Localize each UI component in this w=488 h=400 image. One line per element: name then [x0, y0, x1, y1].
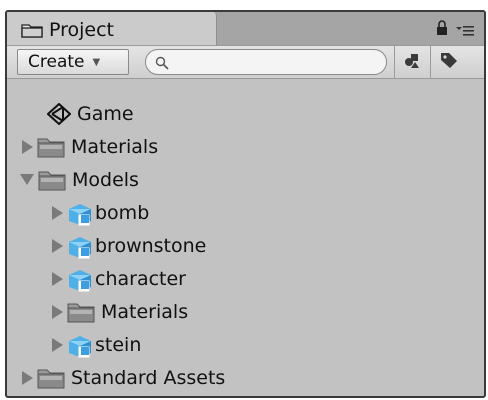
project-tree: Game Materials Models bomb brownstone ch…	[7, 82, 484, 396]
search-field[interactable]	[145, 49, 387, 75]
tab-bar: Project	[7, 12, 484, 47]
unity-scene-icon	[47, 102, 71, 125]
collapse-arrow-icon[interactable]	[20, 174, 34, 185]
expand-arrow-icon[interactable]	[52, 304, 63, 319]
dropdown-arrow-icon: ▼	[92, 56, 101, 68]
tree-item-label: character	[95, 267, 186, 290]
folder-icon	[37, 367, 65, 389]
search-input[interactable]	[174, 52, 378, 74]
filter-by-type-icon	[403, 52, 423, 72]
tree-item-stein[interactable]: stein	[52, 328, 141, 361]
tree-item-label: brownstone	[95, 234, 207, 257]
project-toolbar: Create ▼	[7, 45, 484, 79]
tree-item-game[interactable]: Game	[47, 97, 134, 130]
search-icon	[155, 55, 169, 70]
folder-icon	[67, 301, 95, 323]
tree-item-label: Game	[77, 102, 134, 125]
folder-icon	[21, 22, 43, 38]
tree-item-character[interactable]: character	[52, 262, 186, 295]
tab-label: Project	[49, 18, 115, 41]
search-by-label-button[interactable]	[430, 46, 466, 78]
expand-arrow-icon[interactable]	[52, 337, 63, 352]
model-prefab-icon	[67, 202, 93, 225]
folder-icon	[38, 169, 66, 191]
tree-item-models[interactable]: Models	[20, 163, 139, 196]
model-prefab-icon	[67, 268, 93, 291]
tree-item-standard-assets[interactable]: Standard Assets	[22, 361, 225, 394]
create-label: Create	[28, 52, 85, 72]
expand-arrow-icon[interactable]	[22, 370, 33, 385]
tag-icon	[439, 51, 459, 73]
model-prefab-icon	[67, 334, 93, 357]
tab-project[interactable]: Project	[7, 12, 217, 47]
tree-item-models-materials[interactable]: Materials	[52, 295, 188, 328]
tree-item-label: stein	[95, 333, 142, 356]
tree-item-label: bomb	[95, 201, 150, 224]
project-panel: Project Create ▼ Game Materials Models b…	[5, 10, 486, 398]
model-prefab-icon	[67, 235, 93, 258]
tree-item-label: Standard Assets	[71, 366, 226, 389]
expand-arrow-icon[interactable]	[22, 139, 33, 154]
folder-icon	[37, 136, 65, 158]
tree-item-brownstone[interactable]: brownstone	[52, 229, 206, 262]
expand-arrow-icon[interactable]	[52, 238, 63, 253]
tree-item-label: Models	[72, 168, 139, 191]
search-by-type-button[interactable]	[394, 46, 430, 78]
tree-item-bomb[interactable]: bomb	[52, 196, 149, 229]
tree-item-label: Materials	[101, 300, 189, 323]
tree-item-materials[interactable]: Materials	[22, 130, 158, 163]
create-dropdown-button[interactable]: Create ▼	[17, 49, 129, 75]
expand-arrow-icon[interactable]	[52, 271, 63, 286]
tree-item-label: Materials	[71, 135, 159, 158]
panel-menu-icon[interactable]	[456, 22, 474, 36]
expand-arrow-icon[interactable]	[52, 205, 63, 220]
lock-icon[interactable]	[436, 20, 448, 36]
